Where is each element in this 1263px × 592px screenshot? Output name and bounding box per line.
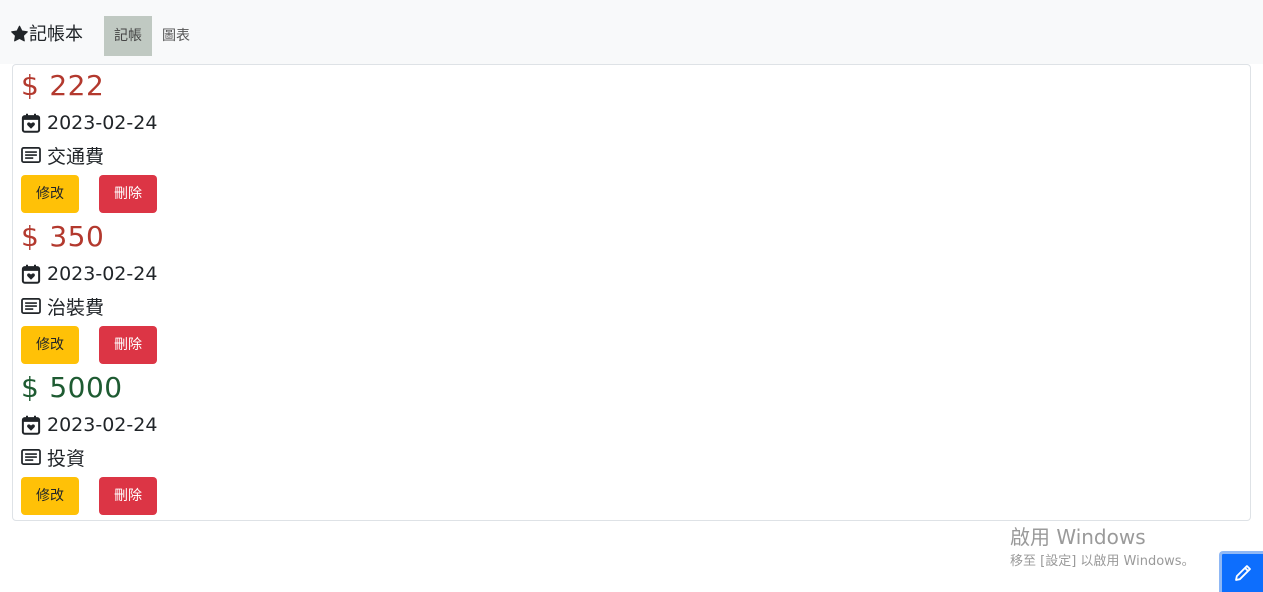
amount-value: 222 xyxy=(49,69,105,102)
note-text: 投資 xyxy=(47,447,86,470)
calendar-heart-icon xyxy=(21,415,41,435)
delete-button[interactable]: 刪除 xyxy=(99,326,157,364)
card-text-icon xyxy=(21,448,41,465)
pencil-icon xyxy=(1234,565,1251,581)
entry-date: 2023-02-24 xyxy=(21,413,157,437)
amount-value: 5000 xyxy=(49,371,123,404)
card-text-icon xyxy=(21,297,41,314)
currency-symbol: $ xyxy=(21,371,40,404)
date-text: 2023-02-24 xyxy=(47,414,158,436)
amount-value: 350 xyxy=(49,220,105,253)
calendar-heart-icon xyxy=(21,264,41,284)
date-text: 2023-02-24 xyxy=(47,263,158,285)
edit-button[interactable]: 修改 xyxy=(21,175,79,213)
delete-button[interactable]: 刪除 xyxy=(99,477,157,515)
entry-note: 治裝費 xyxy=(21,294,105,319)
add-entry-button[interactable] xyxy=(1219,551,1263,592)
calendar-heart-icon xyxy=(21,113,41,133)
delete-button[interactable]: 刪除 xyxy=(99,175,157,213)
entry-item: $350 2023-02-24 治裝費 修改 刪除 xyxy=(21,216,421,366)
watermark-subtitle: 移至 [設定] 以啟用 Windows。 xyxy=(1010,554,1195,569)
brand-label: 記帳本 xyxy=(29,24,83,45)
star-icon xyxy=(11,25,28,41)
entry-date: 2023-02-24 xyxy=(21,111,157,135)
entry-item: $5000 2023-02-24 投資 修改 刪除 xyxy=(21,367,421,517)
entry-amount: $350 xyxy=(21,220,104,254)
entry-amount: $222 xyxy=(21,69,104,103)
entry-item: $222 2023-02-24 交通費 修改 刪除 xyxy=(21,65,421,215)
tab-charts[interactable]: 圖表 xyxy=(156,16,196,56)
note-text: 治裝費 xyxy=(47,296,105,319)
edit-button[interactable]: 修改 xyxy=(21,477,79,515)
currency-symbol: $ xyxy=(21,220,40,253)
card-text-icon xyxy=(21,146,41,163)
entry-amount: $5000 xyxy=(21,371,123,405)
currency-symbol: $ xyxy=(21,69,40,102)
entry-date: 2023-02-24 xyxy=(21,262,157,286)
entries-card: $222 2023-02-24 交通費 修改 刪除 $350 2023-02-2… xyxy=(12,64,1251,521)
navbar: 記帳本 記帳 圖表 xyxy=(0,0,1263,64)
edit-button[interactable]: 修改 xyxy=(21,326,79,364)
note-text: 交通費 xyxy=(47,145,105,168)
entry-note: 投資 xyxy=(21,445,86,470)
entry-note: 交通費 xyxy=(21,143,105,168)
brand[interactable]: 記帳本 xyxy=(11,20,83,46)
date-text: 2023-02-24 xyxy=(47,112,158,134)
windows-activation-watermark: 啟用 Windows 移至 [設定] 以啟用 Windows。 xyxy=(1010,524,1195,572)
watermark-title: 啟用 Windows xyxy=(1010,525,1146,549)
tab-bookkeeping[interactable]: 記帳 xyxy=(104,16,152,56)
